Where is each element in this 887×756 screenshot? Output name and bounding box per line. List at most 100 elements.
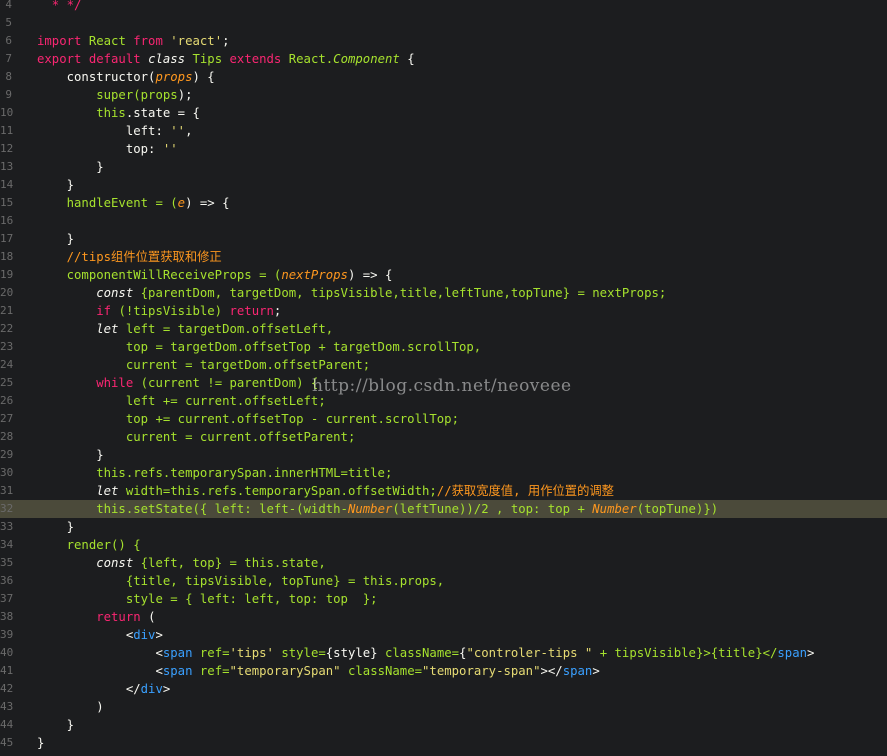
line-number: 20 xyxy=(0,286,14,299)
line-code: current = current.offsetParent; xyxy=(37,428,356,446)
code-line[interactable]: 31 let width=this.refs.temporarySpan.off… xyxy=(0,482,887,500)
code-token: {style} xyxy=(325,646,385,660)
code-token: span xyxy=(162,664,200,678)
code-line[interactable]: 18 //tips组件位置获取和修正 xyxy=(0,248,887,266)
code-token: span xyxy=(777,646,808,660)
code-line[interactable]: 10 this.state = { xyxy=(0,104,887,122)
code-token: Number xyxy=(592,502,637,516)
code-token: componentWillReceiveProps = ( xyxy=(37,268,282,282)
code-token: 'react' xyxy=(170,34,223,48)
code-line[interactable]: 26 left += current.offsetLeft; xyxy=(0,392,887,410)
code-token: return xyxy=(37,610,149,624)
code-line[interactable]: 27 top += current.offsetTop - current.sc… xyxy=(0,410,887,428)
code-line[interactable]: 41 <span ref="temporarySpan" className="… xyxy=(0,662,887,680)
code-token: export default xyxy=(37,52,149,66)
code-line[interactable]: 34 render() { xyxy=(0,536,887,554)
code-line[interactable]: 8 constructor(props) { xyxy=(0,68,887,86)
line-number: 21 xyxy=(0,304,14,317)
code-token: //获取宽度值, 用作位置的调整 xyxy=(436,484,614,498)
line-number: 32 xyxy=(0,502,14,515)
line-code: left += current.offsetLeft; xyxy=(37,392,326,410)
code-line[interactable]: 6 import React from 'react'; xyxy=(0,32,887,50)
code-line[interactable]: 25 while (current != parentDom) { xyxy=(0,374,887,392)
line-number: 26 xyxy=(0,394,14,407)
code-line[interactable]: 44 } xyxy=(0,716,887,734)
code-token: ref= xyxy=(199,646,230,660)
code-line[interactable]: 38 return ( xyxy=(0,608,887,626)
code-line[interactable]: 39 <div> xyxy=(0,626,887,644)
code-line[interactable]: 32 this.setState({ left: left-(width-Num… xyxy=(0,500,887,518)
code-token: className= xyxy=(385,646,460,660)
code-token: //tips组件位置获取和修正 xyxy=(37,250,222,264)
code-token: this xyxy=(37,106,126,120)
code-line[interactable]: 21 if (!tipsVisible) return; xyxy=(0,302,887,320)
code-line[interactable]: 7 export default class Tips extends React… xyxy=(0,50,887,68)
line-number: 23 xyxy=(0,340,14,353)
line-number: 41 xyxy=(0,664,14,677)
code-token: div xyxy=(140,682,163,696)
line-number: 11 xyxy=(0,124,14,137)
code-token: left += current.offsetLeft; xyxy=(37,394,326,408)
line-number: 37 xyxy=(0,592,14,605)
code-token: > xyxy=(155,628,163,642)
code-token: < xyxy=(37,628,134,642)
code-line[interactable]: 20 const {parentDom, targetDom, tipsVisi… xyxy=(0,284,887,302)
line-number: 39 xyxy=(0,628,14,641)
code-line[interactable]: 17 } xyxy=(0,230,887,248)
line-code: style = { left: left, top: top }; xyxy=(37,590,378,608)
code-token: { xyxy=(399,52,415,66)
code-line[interactable]: 35 const {left, top} = this.state, xyxy=(0,554,887,572)
line-code: {title, tipsVisible, topTune} = this.pro… xyxy=(37,572,444,590)
code-token: (leftTune))/2 , top: top + xyxy=(392,502,593,516)
line-code: //tips组件位置获取和修正 xyxy=(37,248,222,266)
code-line[interactable]: 9 super(props); xyxy=(0,86,887,104)
line-number: 36 xyxy=(0,574,14,587)
code-line[interactable]: 22 let left = targetDom.offsetLeft, xyxy=(0,320,887,338)
code-line[interactable]: 33 } xyxy=(0,518,887,536)
code-line[interactable]: 30 this.refs.temporarySpan.innerHTML=tit… xyxy=(0,464,887,482)
code-line[interactable]: 40 <span ref='tips' style={style} classN… xyxy=(0,644,887,662)
line-number: 43 xyxy=(0,700,14,713)
line-code: <span ref='tips' style={style} className… xyxy=(37,644,814,662)
code-line[interactable]: 5 xyxy=(0,14,887,32)
line-number: 42 xyxy=(0,682,14,695)
code-line[interactable]: 4 * */ xyxy=(0,0,887,14)
code-line[interactable]: 19 componentWillReceiveProps = (nextProp… xyxy=(0,266,887,284)
code-token: ); xyxy=(177,88,193,102)
code-line[interactable]: 24 current = targetDom.offsetParent; xyxy=(0,356,887,374)
code-line[interactable]: 36 {title, tipsVisible, topTune} = this.… xyxy=(0,572,887,590)
line-code: current = targetDom.offsetParent; xyxy=(37,356,370,374)
line-number: 38 xyxy=(0,610,14,623)
line-code: top += current.offsetTop - current.scrol… xyxy=(37,410,459,428)
code-token: "controler-tips " xyxy=(466,646,600,660)
line-number: 34 xyxy=(0,538,14,551)
code-line[interactable]: 12 top: '' xyxy=(0,140,887,158)
line-code: render() { xyxy=(37,536,141,554)
code-token: handleEvent = ( xyxy=(37,196,178,210)
code-line[interactable]: 15 handleEvent = (e) => { xyxy=(0,194,887,212)
code-line[interactable]: 42 </div> xyxy=(0,680,887,698)
code-line[interactable]: 37 style = { left: left, top: top }; xyxy=(0,590,887,608)
code-token: } xyxy=(37,232,75,246)
code-token: let xyxy=(37,484,126,498)
code-line[interactable]: 11 left: '', xyxy=(0,122,887,140)
code-token: top: xyxy=(37,142,163,156)
code-line[interactable]: 16 xyxy=(0,212,887,230)
line-number: 35 xyxy=(0,556,14,569)
code-token: .state = { xyxy=(125,106,200,120)
code-token: current = targetDom.offsetParent; xyxy=(37,358,371,372)
code-token: e xyxy=(177,196,186,210)
code-line[interactable]: 43 ) xyxy=(0,698,887,716)
code-line[interactable]: 45} xyxy=(0,734,887,752)
code-line[interactable]: 23 top = targetDom.offsetTop + targetDom… xyxy=(0,338,887,356)
code-token: } xyxy=(37,736,45,750)
code-editor[interactable]: 4 * */ 5 6 import React from 'react'; 7 expor… xyxy=(0,0,887,756)
code-line[interactable]: 13 } xyxy=(0,158,887,176)
code-line[interactable]: 28 current = current.offsetParent; xyxy=(0,428,887,446)
code-line[interactable]: 29 } xyxy=(0,446,887,464)
line-number: 16 xyxy=(0,214,14,227)
code-line[interactable]: 14 } xyxy=(0,176,887,194)
line-number: 40 xyxy=(0,646,14,659)
line-code: super(props); xyxy=(37,86,193,104)
code-token: if xyxy=(37,304,119,318)
